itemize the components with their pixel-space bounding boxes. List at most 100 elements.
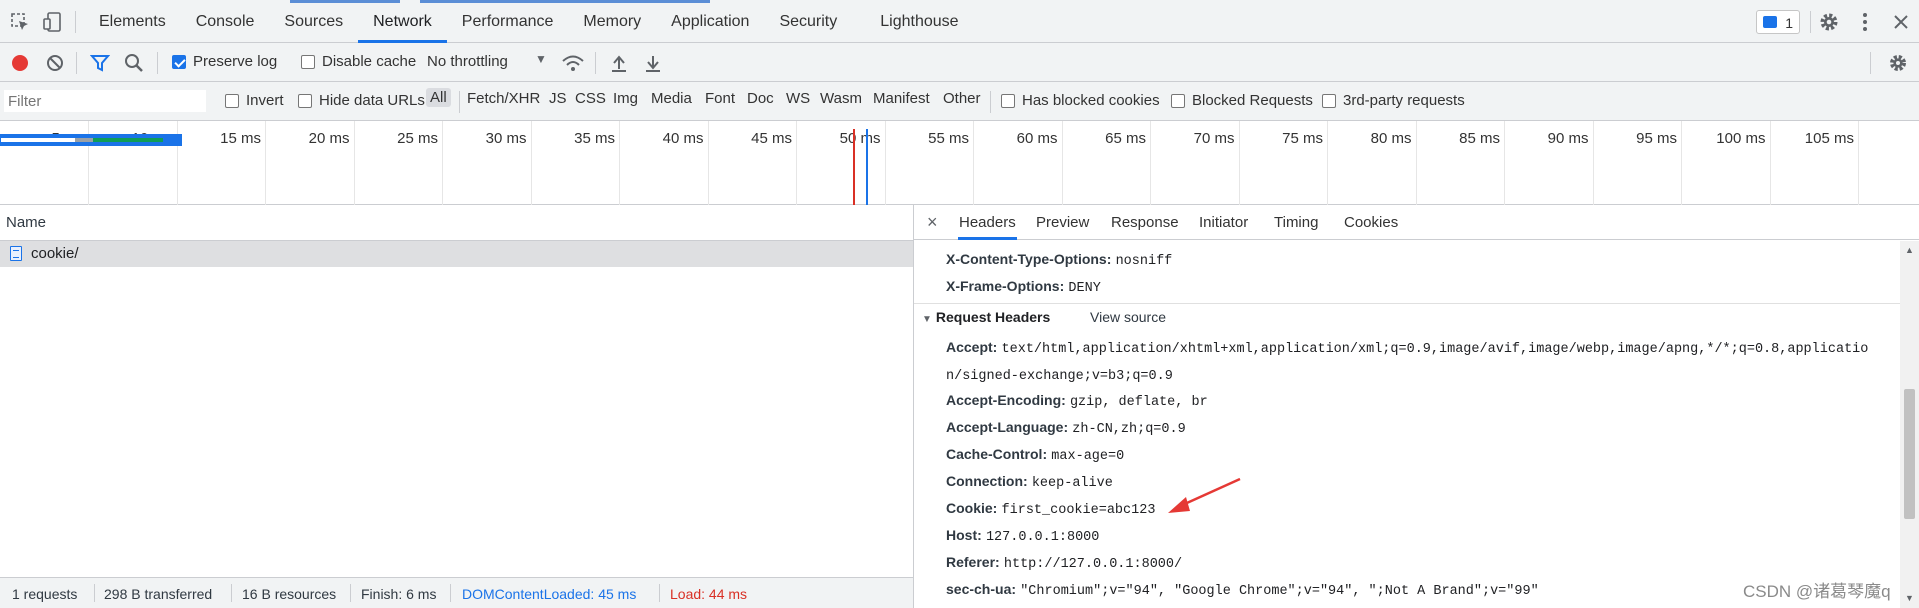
filter-type-doc[interactable]: Doc <box>747 90 774 107</box>
panel-tabs: Elements Console Sources Network Perform… <box>84 0 974 43</box>
blocked-cookies-label: Has blocked cookies <box>1022 92 1160 109</box>
clear-icon[interactable] <box>45 53 65 73</box>
scroll-down-arrow-icon[interactable]: ▼ <box>1905 593 1914 603</box>
timeline-gridline <box>1681 121 1682 205</box>
scroll-up-arrow-icon[interactable]: ▲ <box>1905 245 1914 255</box>
tab-memory[interactable]: Memory <box>568 0 656 43</box>
tab-elements[interactable]: Elements <box>84 0 181 43</box>
header-row: sec-ch-ua: "Chromium";v="94", "Google Ch… <box>946 581 1539 599</box>
timeline-gridline <box>442 121 443 205</box>
header-value: text/html,application/xhtml+xml,applicat… <box>1001 342 1869 357</box>
timeline-tick-label: 40 ms <box>662 130 704 147</box>
timeline-tick-label: 85 ms <box>1459 130 1500 147</box>
network-toolbar: Preserve log Disable cache No throttling… <box>0 43 1919 82</box>
tab-security[interactable]: Security <box>764 0 852 43</box>
header-value: http://127.0.0.1:8000/ <box>1003 557 1183 572</box>
filter-type-js[interactable]: JS <box>549 90 567 107</box>
details-tab-response[interactable]: Response <box>1111 205 1179 240</box>
filter-funnel-icon[interactable] <box>90 53 110 73</box>
filter-type-img[interactable]: Img <box>613 90 638 107</box>
filter-type-wasm[interactable]: Wasm <box>820 90 862 107</box>
scrollbar-thumb[interactable] <box>1904 389 1915 519</box>
details-tab-timing[interactable]: Timing <box>1274 205 1318 240</box>
chevron-down-icon[interactable]: ▼ <box>535 52 547 66</box>
timeline-gridline <box>1769 121 1771 205</box>
request-list-pane: Name cookie/ 1 requests 298 B transferre… <box>0 205 914 608</box>
waterfall-segment <box>1 138 75 142</box>
more-options-icon[interactable] <box>1854 11 1876 33</box>
header-row: X-Frame-Options: DENY <box>946 278 1101 296</box>
watermark: CSDN @诸葛琴魔q <box>1743 582 1891 601</box>
filter-input[interactable] <box>4 90 206 112</box>
header-row-accept-wrap: n/signed-exchange;v=b3;q=0.9 <box>946 366 1173 384</box>
filter-type-other[interactable]: Other <box>943 90 981 107</box>
header-key: X-Frame-Options: <box>946 278 1065 294</box>
network-settings-gear-icon[interactable] <box>1888 53 1908 73</box>
devtools-tab-bar: Elements Console Sources Network Perform… <box>0 0 1919 43</box>
issues-badge[interactable]: 1 <box>1756 10 1800 34</box>
timeline-gridline <box>1238 121 1240 205</box>
details-scrollbar[interactable]: ▲ ▼ <box>1900 241 1919 608</box>
divider <box>350 584 351 602</box>
throttling-select[interactable]: No throttling <box>427 53 508 70</box>
header-value: gzip, deflate, br <box>1069 395 1208 410</box>
export-har-icon[interactable] <box>643 53 663 73</box>
timeline-tick-label: 105 ms <box>1804 130 1854 147</box>
search-icon[interactable] <box>124 53 144 73</box>
network-status-bar: 1 requests 298 B transferred 16 B resour… <box>0 577 913 608</box>
disable-cache-checkbox[interactable] <box>301 55 315 69</box>
tab-application[interactable]: Application <box>656 0 764 43</box>
request-headers-section-toggle[interactable]: ▼ Request Headers <box>922 309 1050 325</box>
filter-type-fetch-xhr[interactable]: Fetch/XHR <box>467 90 540 107</box>
header-key: Connection: <box>946 473 1028 489</box>
close-devtools-icon[interactable] <box>1890 11 1912 33</box>
view-source-link[interactable]: View source <box>1090 309 1166 325</box>
tab-network[interactable]: Network <box>358 0 447 43</box>
filter-type-media[interactable]: Media <box>651 90 692 107</box>
header-value: 127.0.0.1:8000 <box>985 530 1100 545</box>
hide-data-urls-checkbox[interactable] <box>298 94 312 108</box>
tab-console[interactable]: Console <box>181 0 270 43</box>
invert-checkbox[interactable] <box>225 94 239 108</box>
filter-type-css[interactable]: CSS <box>575 90 606 107</box>
third-party-checkbox[interactable] <box>1322 94 1336 108</box>
details-tab-initiator[interactable]: Initiator <box>1199 205 1248 240</box>
filter-type-font[interactable]: Font <box>705 90 735 107</box>
header-row: Host: 127.0.0.1:8000 <box>946 527 1099 545</box>
annotation-arrow-icon <box>1168 477 1241 513</box>
filter-type-all[interactable]: All <box>426 88 451 107</box>
timeline-tick-label: 25 ms <box>397 130 438 147</box>
header-row: X-Content-Type-Options: nosniff <box>946 251 1172 269</box>
timeline-gridline <box>707 121 709 205</box>
timeline-gridline <box>796 121 797 205</box>
preserve-log-label: Preserve log <box>193 53 278 70</box>
details-tab-preview[interactable]: Preview <box>1036 205 1089 240</box>
record-icon[interactable] <box>10 53 30 73</box>
request-row[interactable]: cookie/ <box>0 241 913 267</box>
tab-performance[interactable]: Performance <box>447 0 569 43</box>
blocked-cookies-checkbox[interactable] <box>1001 94 1015 108</box>
import-har-icon[interactable] <box>609 53 629 73</box>
filter-type-manifest[interactable]: Manifest <box>873 90 930 107</box>
details-tab-cookies[interactable]: Cookies <box>1344 205 1398 240</box>
divider <box>459 91 460 113</box>
network-conditions-icon[interactable] <box>561 52 585 74</box>
header-row: Accept-Language: zh-CN,zh;q=0.9 <box>946 419 1186 437</box>
timeline-tick-label: 60 ms <box>1016 130 1058 147</box>
device-toolbar-icon[interactable] <box>41 11 63 33</box>
inspect-element-icon[interactable] <box>9 11 31 33</box>
tab-lighthouse[interactable]: Lighthouse <box>852 0 973 43</box>
blocked-requests-checkbox[interactable] <box>1171 94 1185 108</box>
header-value: nosniff <box>1115 254 1173 269</box>
timeline-tick-label: 55 ms <box>928 130 969 147</box>
close-details-icon[interactable]: × <box>927 205 938 240</box>
timeline-tick-label: 35 ms <box>574 130 615 147</box>
header-value: keep-alive <box>1031 476 1113 491</box>
name-column-header[interactable]: Name <box>0 205 913 241</box>
filter-type-ws[interactable]: WS <box>786 90 810 107</box>
tab-sources[interactable]: Sources <box>269 0 358 43</box>
timeline-overview[interactable]: 5 ms10 ms15 ms20 ms25 ms30 ms35 ms40 ms4… <box>0 121 1919 205</box>
details-tab-headers[interactable]: Headers <box>958 205 1017 240</box>
settings-gear-icon[interactable] <box>1818 11 1840 33</box>
preserve-log-checkbox[interactable] <box>172 55 186 69</box>
